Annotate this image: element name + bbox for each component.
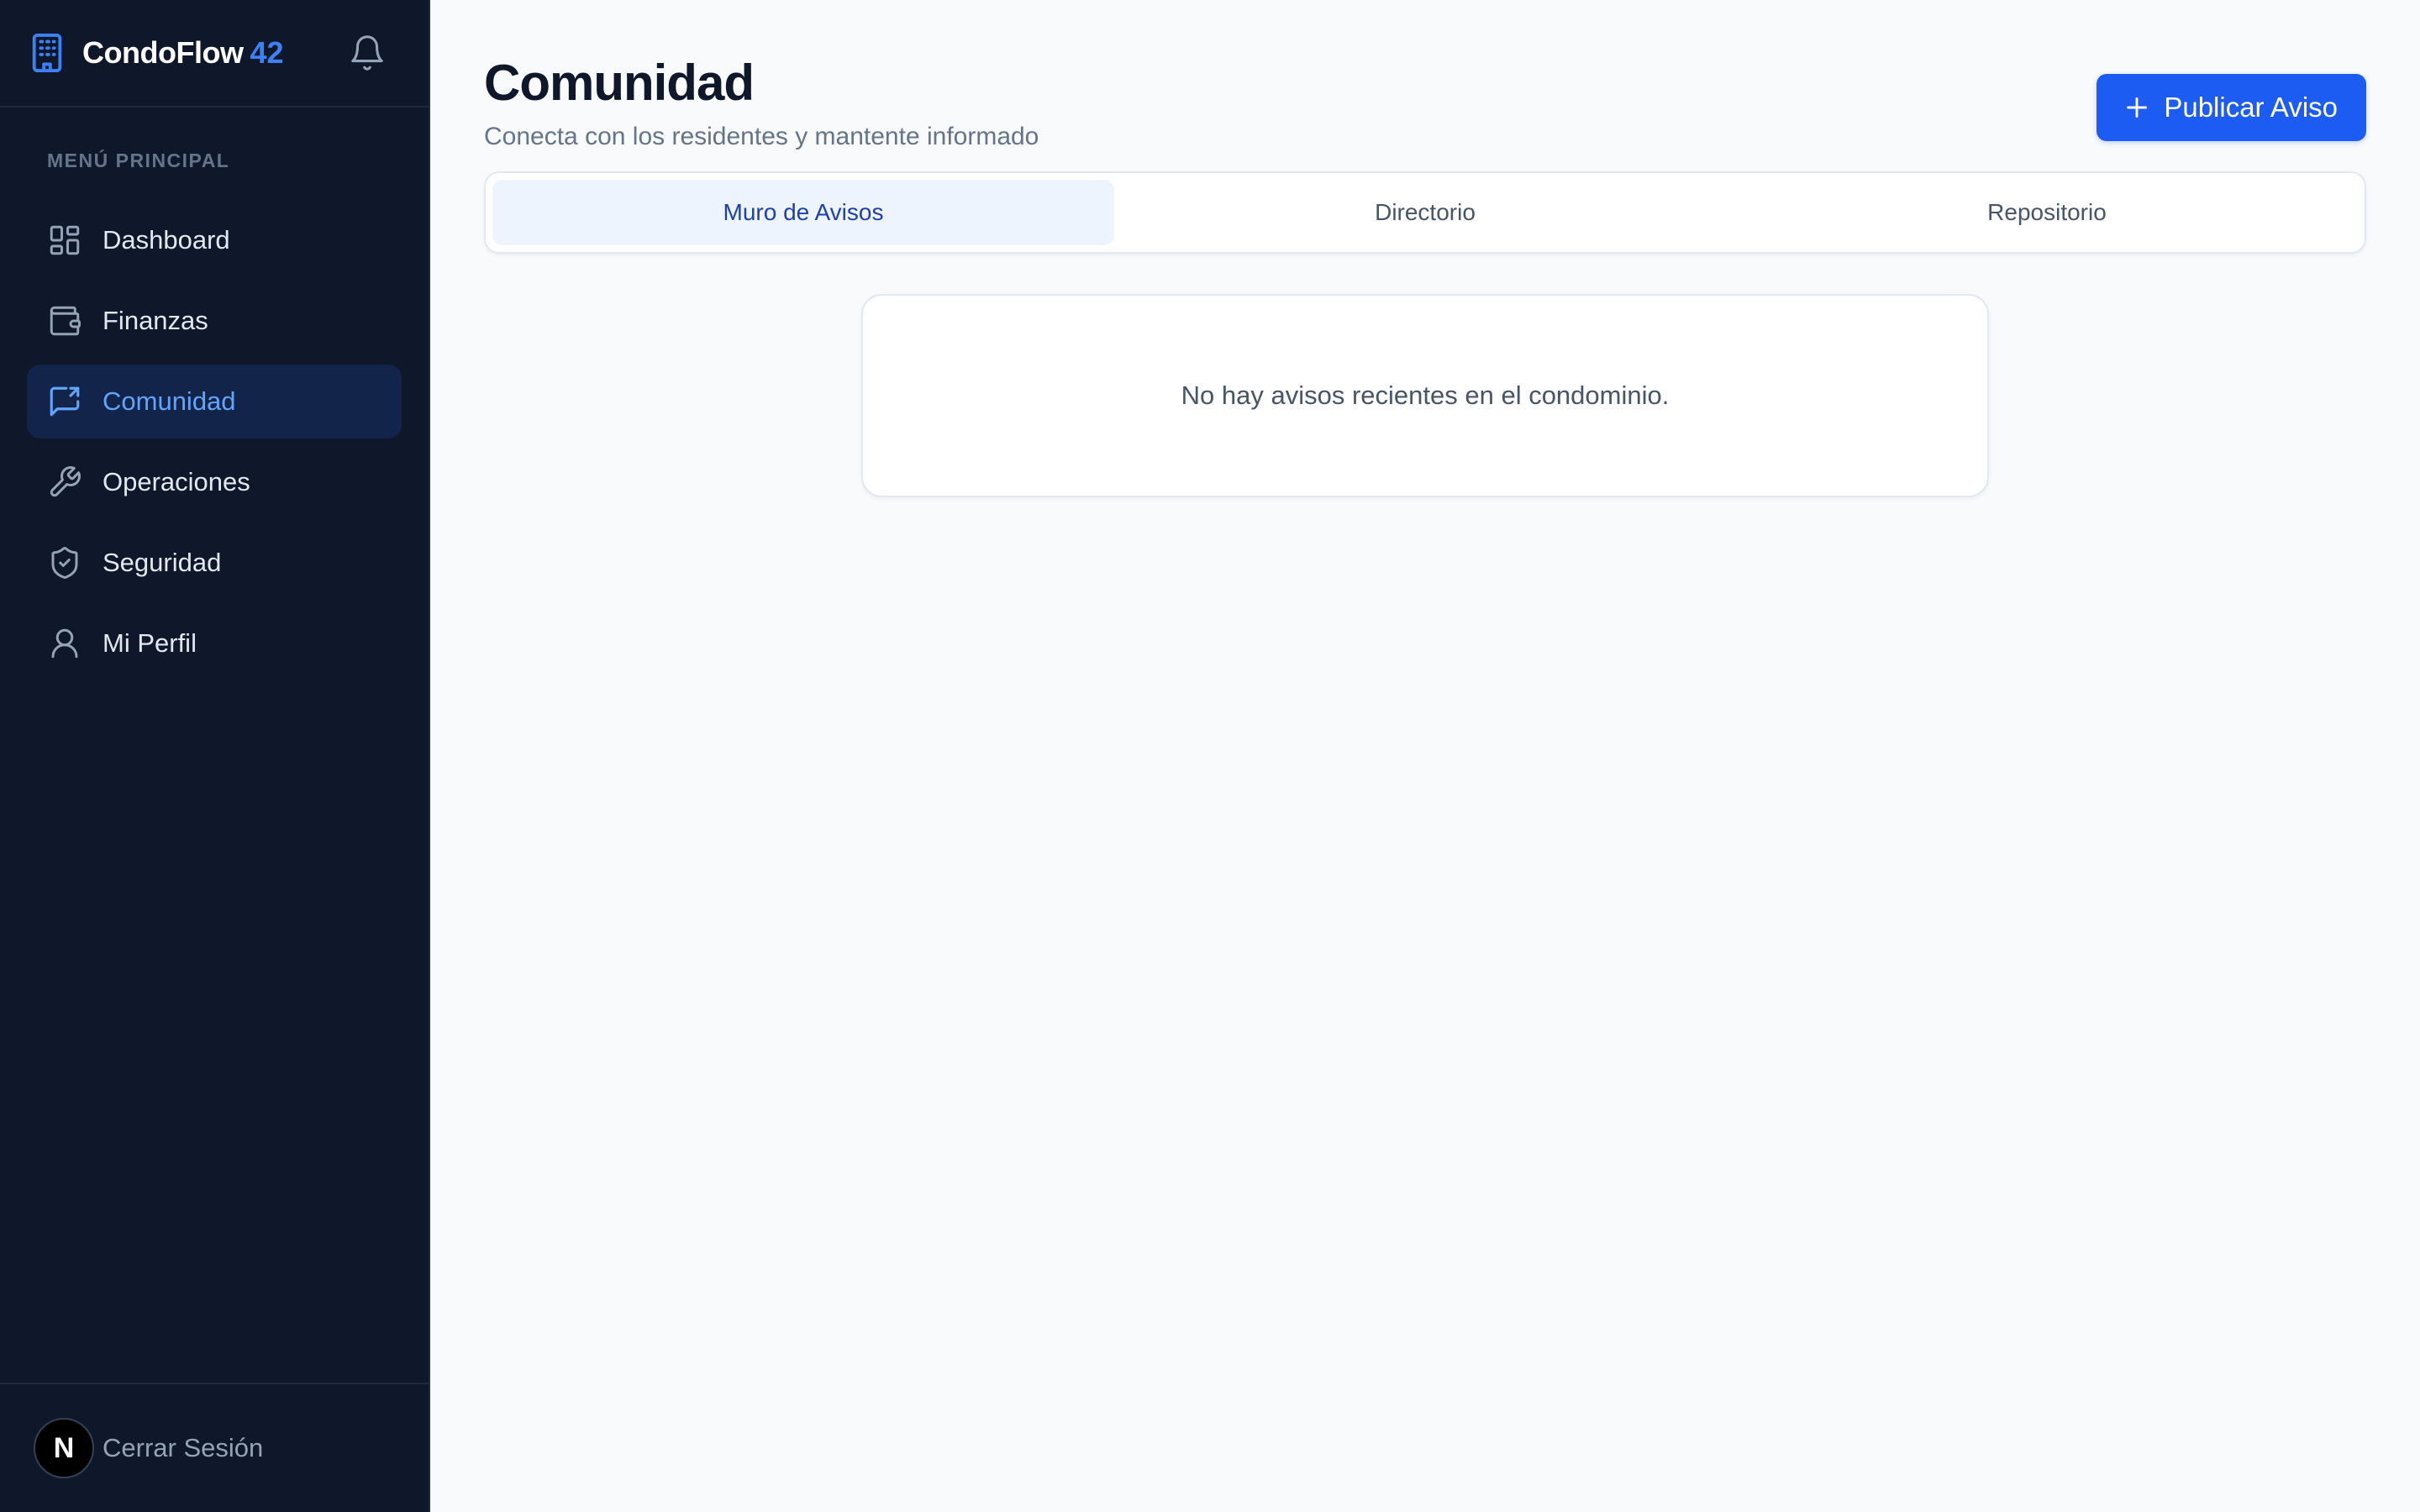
app-root: CondoFlow 42 MENÚ PRINCIPAL Dashboard Fi… <box>0 0 2420 1512</box>
shield-check-icon <box>51 547 78 579</box>
page-title: Comunidad <box>484 55 755 111</box>
main-content: Comunidad Conecta con los residentes y m… <box>430 0 2420 1512</box>
menu-section-label: MENÚ PRINCIPAL <box>47 150 230 171</box>
wallet-icon <box>50 306 81 336</box>
logout-button[interactable]: Cerrar Sesión <box>103 1433 263 1463</box>
empty-state-message: No hay avisos recientes en el condominio… <box>1181 381 1670 410</box>
publish-notice-button[interactable]: Publicar Aviso <box>2096 74 2366 141</box>
sidebar-item-operaciones[interactable]: Operaciones <box>27 445 402 519</box>
brand-number: 42 <box>250 35 284 70</box>
sidebar: CondoFlow 42 MENÚ PRINCIPAL Dashboard Fi… <box>0 0 430 1512</box>
avatar[interactable]: N <box>34 1418 94 1478</box>
tab-muro-de-avisos[interactable]: Muro de Avisos <box>492 180 1114 245</box>
sidebar-item-label: Operaciones <box>103 467 250 496</box>
wrench-icon <box>50 466 81 497</box>
dashboard-icon <box>50 225 80 255</box>
building-icon <box>32 34 62 72</box>
sidebar-item-label: Mi Perfil <box>103 628 197 658</box>
page-subtitle: Conecta con los residentes y mantente in… <box>484 123 1039 150</box>
brand-name: CondoFlow <box>82 35 244 70</box>
user-icon <box>51 628 78 659</box>
sidebar-item-label: Dashboard <box>103 225 230 255</box>
tab-bar: Muro de Avisos Directorio Repositorio <box>484 171 2366 254</box>
tab-directorio[interactable]: Directorio <box>1114 180 1736 245</box>
message-share-icon <box>50 386 80 417</box>
sidebar-footer: N Cerrar Sesión <box>0 1383 429 1512</box>
brand[interactable]: CondoFlow 42 <box>30 34 284 72</box>
sidebar-item-dashboard[interactable]: Dashboard <box>27 203 402 277</box>
publish-notice-label: Publicar Aviso <box>2164 92 2338 123</box>
sidebar-item-label: Comunidad <box>103 386 236 416</box>
tab-repositorio[interactable]: Repositorio <box>1736 180 2358 245</box>
sidebar-header: CondoFlow 42 <box>0 0 429 108</box>
empty-state-card: No hay avisos recientes en el condominio… <box>861 294 1989 497</box>
sidebar-item-comunidad[interactable]: Comunidad <box>27 365 402 438</box>
sidebar-item-label: Seguridad <box>103 548 222 577</box>
sidebar-item-label: Finanzas <box>103 306 208 335</box>
sidebar-nav: Dashboard Finanzas Comunidad Operaciones… <box>0 203 429 680</box>
plus-icon <box>2127 97 2148 118</box>
sidebar-item-finanzas[interactable]: Finanzas <box>27 284 402 358</box>
sidebar-item-seguridad[interactable]: Seguridad <box>27 526 402 600</box>
sidebar-item-mi-perfil[interactable]: Mi Perfil <box>27 606 402 680</box>
page-header: Comunidad Conecta con los residentes y m… <box>484 0 2366 151</box>
bell-icon[interactable] <box>348 33 387 73</box>
